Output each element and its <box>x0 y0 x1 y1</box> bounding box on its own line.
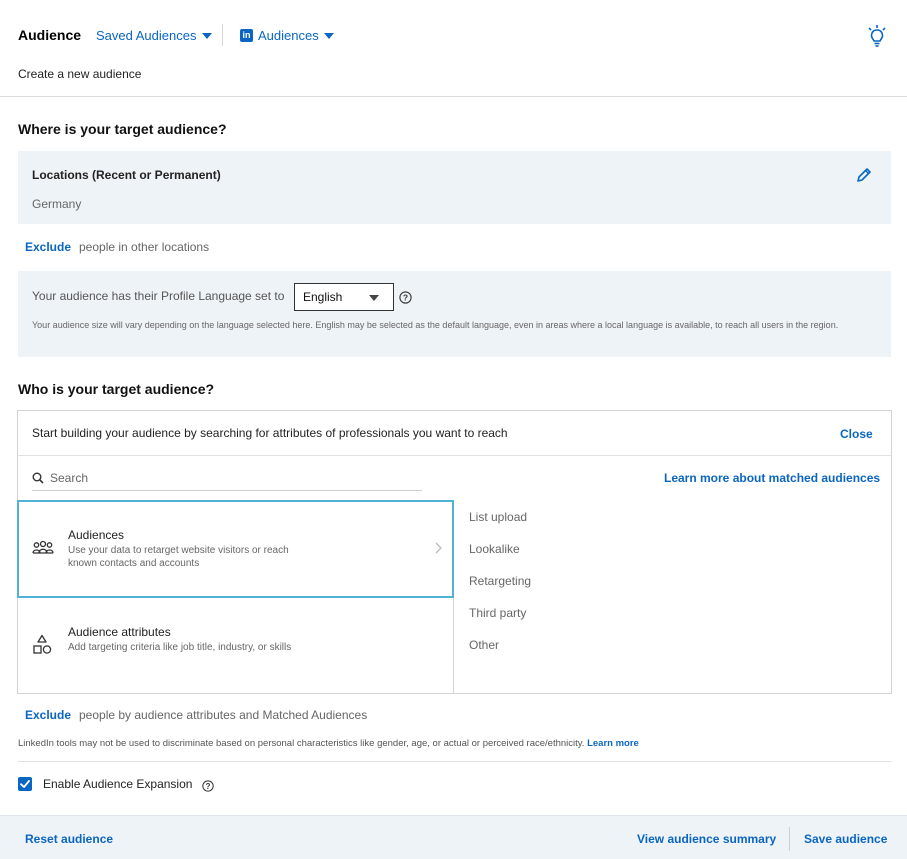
profile-language-label: Your audience has their Profile Language… <box>32 289 285 303</box>
help-icon[interactable]: ? <box>399 291 412 304</box>
search-icon <box>32 472 44 484</box>
profile-language-value: English <box>303 290 343 304</box>
people-group-icon <box>32 540 54 554</box>
pencil-icon[interactable] <box>856 167 872 183</box>
locations-label: Locations (Recent or Permanent) <box>32 168 221 182</box>
audience-attributes-option[interactable]: Audience attributes Add targeting criter… <box>17 598 454 694</box>
svg-text:?: ? <box>206 782 211 791</box>
exclude-locations-text: people in other locations <box>79 240 210 254</box>
svg-text:?: ? <box>403 293 408 303</box>
audience-expansion-label: Enable Audience Expansion <box>43 777 193 791</box>
who-heading: Who is your target audience? <box>18 381 215 397</box>
caret-down-icon <box>369 295 379 301</box>
audience-expansion-checkbox[interactable] <box>18 777 32 791</box>
retargeting-item[interactable]: Retargeting <box>469 574 531 588</box>
save-audience-button[interactable]: Save audience <box>804 832 887 846</box>
locations-panel <box>18 151 891 224</box>
footer-divider <box>789 827 790 851</box>
chevron-right-icon <box>435 542 442 554</box>
audiences-option-title: Audiences <box>68 528 125 542</box>
header-divider <box>222 24 223 46</box>
caret-down-icon <box>323 32 334 39</box>
view-audience-summary-button[interactable]: View audience summary <box>637 832 776 846</box>
close-builder-link[interactable]: Close <box>840 427 873 441</box>
saved-audiences-label: Saved Audiences <box>96 28 197 43</box>
language-note: Your audience size will vary depending o… <box>32 320 839 330</box>
discrimination-disclaimer: LinkedIn tools may not be used to discri… <box>18 738 639 749</box>
lightbulb-icon[interactable] <box>866 24 888 48</box>
language-panel <box>18 271 891 357</box>
learn-more-matched-audiences-link[interactable]: Learn more about matched audiences <box>664 471 880 485</box>
search-field[interactable] <box>32 466 422 491</box>
shapes-icon <box>33 634 52 654</box>
builder-instructions: Start building your audience by searchin… <box>32 426 508 440</box>
section-divider <box>18 761 891 762</box>
exclude-locations-link[interactable]: Exclude <box>25 240 71 254</box>
where-heading: Where is your target audience? <box>18 121 227 137</box>
help-icon[interactable]: ? <box>202 780 214 792</box>
disclaimer-text: LinkedIn tools may not be used to discri… <box>18 738 585 749</box>
other-item[interactable]: Other <box>469 638 499 652</box>
builder-divider <box>18 455 891 456</box>
linkedin-logo-icon: in <box>240 29 253 42</box>
reset-audience-button[interactable]: Reset audience <box>25 832 113 846</box>
disclaimer-learn-more-link[interactable]: Learn more <box>587 738 639 749</box>
third-party-item[interactable]: Third party <box>469 606 526 620</box>
linkedin-audiences-label: Audiences <box>258 28 319 43</box>
saved-audiences-dropdown[interactable]: Saved Audiences <box>96 28 213 43</box>
header-divider-line <box>0 96 907 97</box>
list-upload-item[interactable]: List upload <box>469 510 527 524</box>
audiences-option[interactable]: Audiences Use your data to retarget webs… <box>17 500 454 598</box>
location-value: Germany <box>32 197 82 211</box>
profile-language-select[interactable]: English <box>294 283 394 311</box>
audience-attributes-option-desc: Add targeting criteria like job title, i… <box>68 642 292 653</box>
exclude-attributes-text: people by audience attributes and Matche… <box>79 708 368 722</box>
page-title: Audience <box>18 27 82 43</box>
exclude-attributes-link[interactable]: Exclude <box>25 708 71 722</box>
audiences-option-desc: Use your data to retarget website visito… <box>68 545 289 569</box>
audience-attributes-option-title: Audience attributes <box>68 625 171 639</box>
caret-down-icon <box>202 32 213 39</box>
create-new-audience-label: Create a new audience <box>18 67 142 81</box>
lookalike-item[interactable]: Lookalike <box>469 542 520 556</box>
linkedin-audiences-dropdown[interactable]: in Audiences <box>240 28 334 43</box>
search-input[interactable] <box>50 471 410 485</box>
